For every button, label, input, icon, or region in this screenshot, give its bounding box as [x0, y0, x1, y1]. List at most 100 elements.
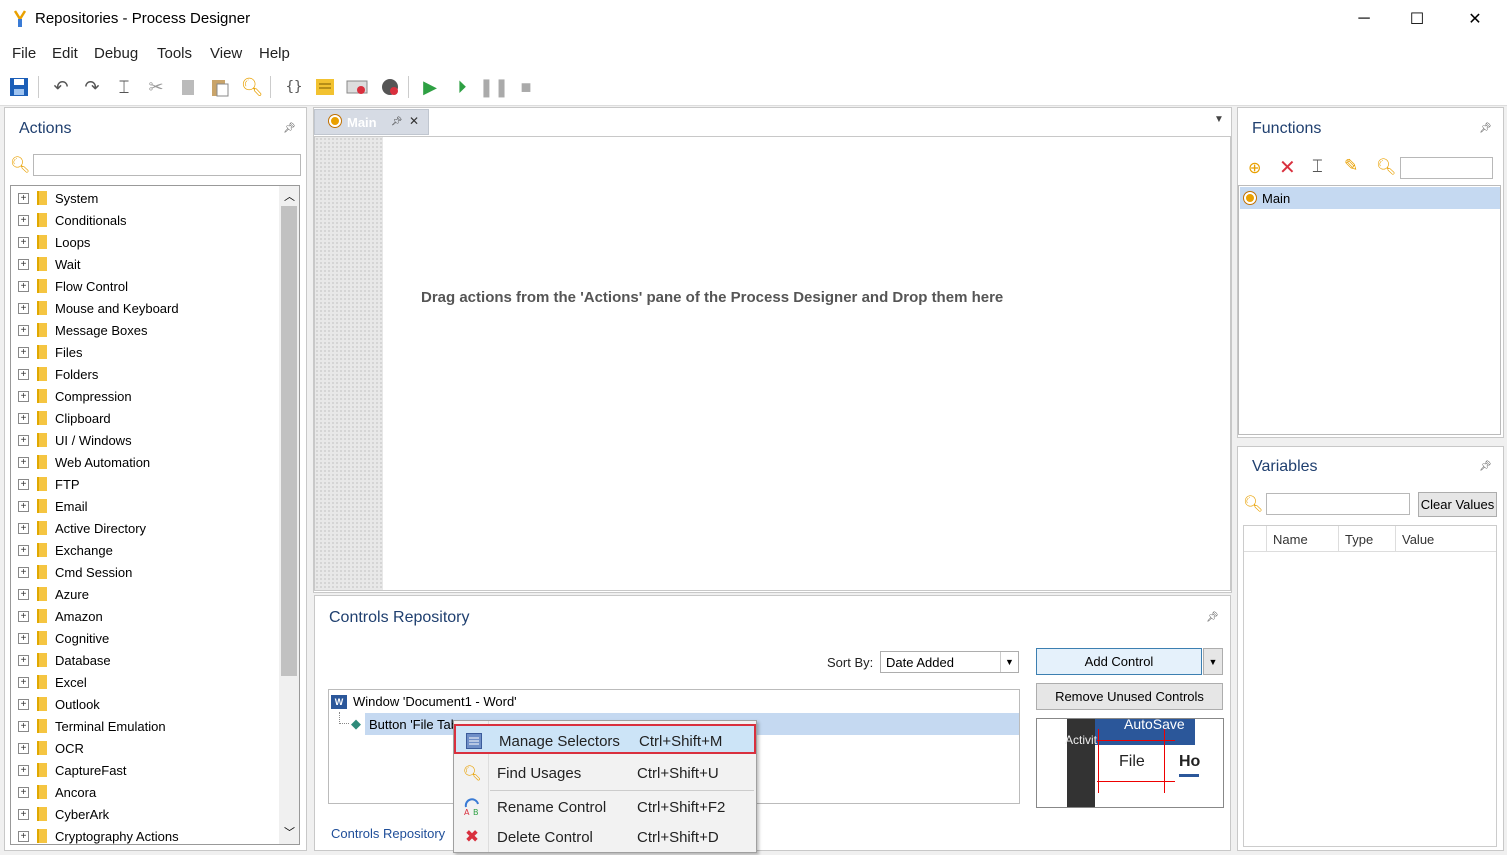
add-function-icon[interactable]: ⊕ [1248, 158, 1261, 178]
actions-tree-item[interactable]: + UI / Windows [11, 429, 279, 451]
stop-icon[interactable]: ■ [515, 76, 537, 98]
menu-view[interactable]: View [210, 45, 242, 62]
expand-icon[interactable]: + [18, 412, 29, 424]
menu-help[interactable]: Help [259, 45, 290, 62]
actions-tree-item[interactable]: + Flow Control [11, 275, 279, 297]
actions-tree-item[interactable]: + Exchange [11, 539, 279, 561]
menu-delete-control[interactable]: ✖ Delete Control Ctrl+Shift+D [454, 822, 756, 852]
actions-tree-item[interactable]: + OCR [11, 737, 279, 759]
tree-node-window[interactable]: W Window 'Document1 - Word' [331, 694, 517, 709]
expand-icon[interactable]: + [18, 544, 29, 556]
menu-rename-control[interactable]: AB Rename Control Ctrl+Shift+F2 [454, 792, 756, 822]
actions-search-input[interactable] [33, 154, 301, 176]
actions-tree-item[interactable]: + FTP [11, 473, 279, 495]
menu-find-usages[interactable]: 🔍︎ Find Usages Ctrl+Shift+U [454, 758, 756, 788]
column-value[interactable]: Value [1402, 532, 1434, 547]
expand-icon[interactable]: + [18, 522, 29, 534]
delete-function-icon[interactable]: ✕ [1279, 155, 1296, 180]
actions-tree-item[interactable]: + Active Directory [11, 517, 279, 539]
expand-icon[interactable]: + [18, 280, 29, 292]
minimize-button[interactable]: ─ [1338, 0, 1390, 38]
menu-file[interactable]: File [12, 45, 36, 62]
tab-main[interactable]: Main 📌︎ ✕ [314, 109, 429, 135]
actions-tree-item[interactable]: + Folders [11, 363, 279, 385]
actions-tree-item[interactable]: + Files [11, 341, 279, 363]
actions-tree-item[interactable]: + Terminal Emulation [11, 715, 279, 737]
expand-icon[interactable]: + [18, 478, 29, 490]
remove-unused-controls-button[interactable]: Remove Unused Controls [1036, 683, 1223, 710]
expand-icon[interactable]: + [18, 676, 29, 688]
notes-icon[interactable] [314, 76, 336, 98]
expand-icon[interactable]: + [18, 214, 29, 226]
expand-icon[interactable]: + [18, 566, 29, 578]
cut-icon[interactable]: ✂ [145, 76, 167, 98]
expand-icon[interactable]: + [18, 302, 29, 314]
pin-icon[interactable]: 📌︎ [1206, 612, 1219, 623]
actions-tree-item[interactable]: + Web Automation [11, 451, 279, 473]
expand-icon[interactable]: + [18, 764, 29, 776]
menu-debug[interactable]: Debug [94, 45, 138, 62]
column-name[interactable]: Name [1273, 532, 1308, 547]
expand-icon[interactable]: + [18, 610, 29, 622]
variables-search-input[interactable] [1266, 493, 1410, 515]
expand-icon[interactable]: + [18, 698, 29, 710]
web-record-icon[interactable] [379, 76, 401, 98]
close-button[interactable]: ✕ [1449, 0, 1501, 38]
pin-icon[interactable]: 📌︎ [283, 123, 296, 134]
pin-icon[interactable]: 📌︎ [391, 116, 402, 127]
expand-icon[interactable]: + [18, 632, 29, 644]
actions-tree-item[interactable]: + Loops [11, 231, 279, 253]
actions-tree-item[interactable]: + Mouse and Keyboard [11, 297, 279, 319]
sort-by-select[interactable]: Date Added ▼ [880, 651, 1019, 673]
expand-icon[interactable]: + [18, 588, 29, 600]
menu-manage-selectors[interactable]: Manage Selectors Ctrl+Shift+M [454, 724, 756, 754]
expand-icon[interactable]: + [18, 742, 29, 754]
clear-values-button[interactable]: Clear Values [1418, 492, 1497, 517]
close-tab-icon[interactable]: ✕ [409, 114, 419, 128]
design-canvas[interactable] [314, 136, 1231, 591]
column-type[interactable]: Type [1345, 532, 1373, 547]
actions-tree-item[interactable]: + Clipboard [11, 407, 279, 429]
actions-tree-item[interactable]: + Cognitive [11, 627, 279, 649]
actions-tree-item[interactable]: + Ancora [11, 781, 279, 803]
actions-tree-item[interactable]: + CaptureFast [11, 759, 279, 781]
pin-icon[interactable]: 📌︎ [1479, 461, 1492, 472]
rename-function-icon[interactable]: ⌶ [1312, 156, 1323, 177]
expand-icon[interactable]: + [18, 434, 29, 446]
rename-icon[interactable]: ⌶ [113, 76, 135, 98]
actions-tree-item[interactable]: + Database [11, 649, 279, 671]
actions-tree-item[interactable]: + Conditionals [11, 209, 279, 231]
expand-icon[interactable]: + [18, 258, 29, 270]
pause-icon[interactable]: ❚❚ [479, 76, 509, 98]
actions-tree-item[interactable]: + Email [11, 495, 279, 517]
expand-icon[interactable]: + [18, 456, 29, 468]
maximize-button[interactable]: ☐ [1391, 0, 1443, 38]
expand-icon[interactable]: + [18, 324, 29, 336]
actions-tree-item[interactable]: + Cryptography Actions [11, 825, 279, 844]
expand-icon[interactable]: + [18, 368, 29, 380]
expand-icon[interactable]: + [18, 654, 29, 666]
save-icon[interactable] [8, 76, 30, 98]
redo-icon[interactable]: ↷ [81, 76, 103, 98]
scroll-down-icon[interactable]: ﹀ [284, 824, 295, 840]
actions-tree-item[interactable]: + CyberArk [11, 803, 279, 825]
functions-search-input[interactable] [1400, 157, 1493, 179]
run-icon[interactable]: ▶ [419, 76, 441, 98]
actions-tree-item[interactable]: + Excel [11, 671, 279, 693]
expand-icon[interactable]: + [18, 720, 29, 732]
expand-icon[interactable]: + [18, 808, 29, 820]
actions-scrollbar[interactable]: ︿ ﹀ [279, 186, 299, 844]
actions-tree-item[interactable]: + Cmd Session [11, 561, 279, 583]
actions-tree-item[interactable]: + Outlook [11, 693, 279, 715]
expand-icon[interactable]: + [18, 346, 29, 358]
expand-icon[interactable]: + [18, 786, 29, 798]
copy-icon[interactable] [177, 76, 199, 98]
expand-icon[interactable]: + [18, 192, 29, 204]
expand-icon[interactable]: + [18, 500, 29, 512]
actions-tree-item[interactable]: + Compression [11, 385, 279, 407]
record-icon[interactable] [346, 76, 368, 98]
scroll-thumb[interactable] [281, 206, 297, 676]
braces-icon[interactable]: {} [283, 76, 305, 98]
expand-icon[interactable]: + [18, 390, 29, 402]
run-from-icon[interactable]: ⏵ [451, 76, 473, 98]
